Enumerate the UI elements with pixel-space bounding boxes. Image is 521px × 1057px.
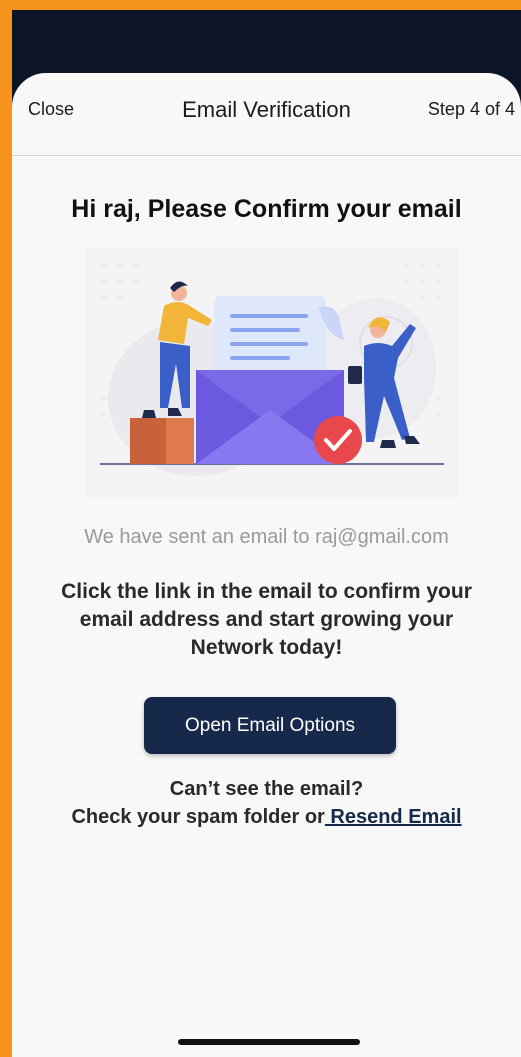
email-confirmation-illustration bbox=[86, 248, 458, 498]
resend-email-link[interactable]: Resend Email bbox=[325, 806, 461, 828]
close-button[interactable]: Close bbox=[28, 99, 74, 120]
app-frame: Close Email Verification Step 4 of 4 Hi … bbox=[12, 10, 521, 1057]
help-line: Check your spam folder or Resend Email bbox=[12, 806, 521, 829]
verification-sheet: Close Email Verification Step 4 of 4 Hi … bbox=[12, 73, 521, 1057]
sent-email-message: We have sent an email to raj@gmail.com bbox=[84, 526, 449, 548]
headline: Hi raj, Please Confirm your email bbox=[71, 195, 462, 223]
home-indicator bbox=[178, 1039, 360, 1045]
nav-bar: Close Email Verification Step 4 of 4 bbox=[12, 73, 521, 156]
help-text: Check your spam folder or bbox=[71, 806, 325, 828]
check-badge-icon bbox=[314, 416, 362, 464]
instruction-text: Click the link in the email to confirm y… bbox=[61, 580, 472, 659]
step-indicator: Step 4 of 4 bbox=[427, 99, 515, 119]
help-question: Can’t see the email? bbox=[169, 778, 364, 800]
open-email-options-button[interactable]: Open Email Options bbox=[144, 697, 396, 754]
